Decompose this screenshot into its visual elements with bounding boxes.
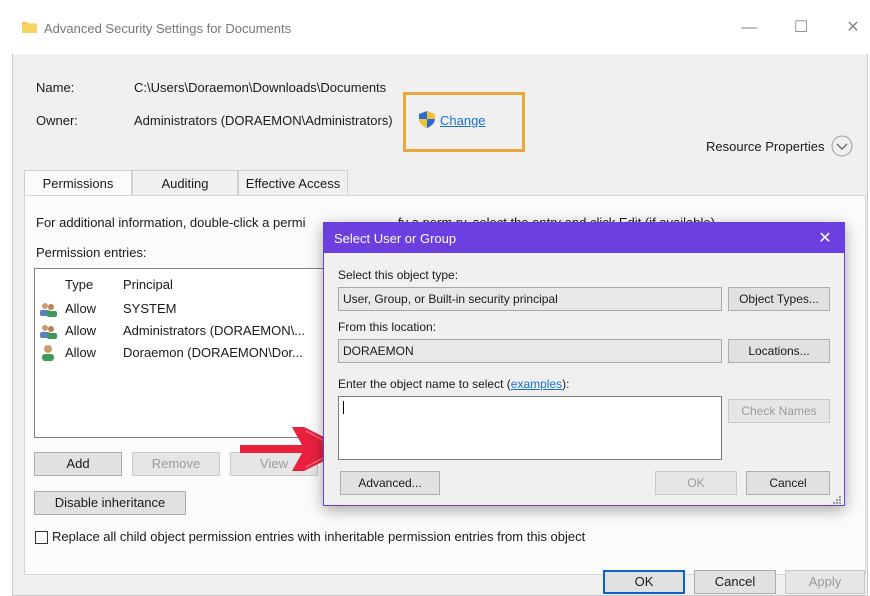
column-header-principal[interactable]: Principal xyxy=(123,277,173,292)
object-name-input[interactable] xyxy=(338,396,722,460)
user-icon xyxy=(41,344,55,364)
row-principal: Doraemon (DORAEMON\Dor... xyxy=(123,345,303,360)
apply-button[interactable]: Apply xyxy=(785,570,865,594)
examples-link[interactable]: examples xyxy=(511,377,562,391)
text-cursor xyxy=(343,401,344,414)
object-type-field: User, Group, or Built-in security princi… xyxy=(338,287,722,311)
table-row[interactable]: Allow Administrators (DORAEMON\... xyxy=(37,321,333,341)
cancel-button[interactable]: Cancel xyxy=(694,570,776,594)
window-title: Advanced Security Settings for Documents xyxy=(44,21,292,36)
owner-value: Administrators (DORAEMON\Administrators) xyxy=(134,113,393,128)
highlight-annotation xyxy=(403,92,525,152)
column-header-type[interactable]: Type xyxy=(65,277,93,292)
check-names-button[interactable]: Check Names xyxy=(728,399,830,423)
maximize-button[interactable]: ☐ xyxy=(786,13,816,43)
name-label: Name: xyxy=(36,80,75,95)
object-type-label: Select this object type: xyxy=(338,268,459,282)
group-users-icon xyxy=(39,323,57,342)
chevron-down-icon[interactable] xyxy=(831,135,853,157)
row-type: Allow xyxy=(65,323,97,338)
tab-effective-access[interactable]: Effective Access xyxy=(238,170,348,196)
disable-inheritance-button[interactable]: Disable inheritance xyxy=(34,491,186,515)
resize-grip-icon[interactable] xyxy=(832,493,842,504)
location-label: From this location: xyxy=(338,320,437,334)
locations-button[interactable]: Locations... xyxy=(728,339,830,363)
object-types-button[interactable]: Object Types... xyxy=(728,287,830,311)
minimize-button[interactable]: — xyxy=(734,13,764,43)
dialog-ok-button[interactable]: OK xyxy=(655,471,737,495)
resource-properties-label[interactable]: Resource Properties xyxy=(706,139,825,154)
enter-object-name-tail: ): xyxy=(562,377,570,391)
enter-object-name-label: Enter the object name to select (example… xyxy=(338,377,569,391)
tab-permissions[interactable]: Permissions xyxy=(24,170,132,196)
close-button[interactable]: ✕ xyxy=(838,13,868,43)
replace-child-entries-label: Replace all child object permission entr… xyxy=(52,529,586,544)
select-user-group-dialog: Select User or Group ✕ Select this objec… xyxy=(323,222,845,506)
name-value: C:\Users\Doraemon\Downloads\Documents xyxy=(134,80,387,95)
folder-icon xyxy=(22,20,37,33)
permissions-info-text: For additional information, double-click… xyxy=(36,215,306,230)
group-users-icon xyxy=(39,301,57,320)
dialog-close-button[interactable]: ✕ xyxy=(814,228,836,248)
replace-child-entries-checkbox[interactable] xyxy=(35,531,48,544)
tab-auditing[interactable]: Auditing xyxy=(132,170,238,196)
window-titlebar: Advanced Security Settings for Documents… xyxy=(12,8,868,54)
row-principal: SYSTEM xyxy=(123,301,177,316)
advanced-button[interactable]: Advanced... xyxy=(340,471,440,495)
row-type: Allow xyxy=(65,301,97,316)
add-button[interactable]: Add xyxy=(34,452,122,476)
remove-button[interactable]: Remove xyxy=(132,452,220,476)
enter-object-name-text: Enter the object name to select ( xyxy=(338,377,511,391)
table-row[interactable]: Allow SYSTEM xyxy=(37,299,333,319)
dialog-titlebar: Select User or Group ✕ xyxy=(324,223,844,253)
permission-entries-label: Permission entries: xyxy=(36,245,147,260)
row-type: Allow xyxy=(65,345,97,360)
table-row[interactable]: Allow Doraemon (DORAEMON\Dor... xyxy=(37,343,333,363)
owner-label: Owner: xyxy=(36,113,78,128)
location-field: DORAEMON xyxy=(338,339,722,363)
row-principal: Administrators (DORAEMON\... xyxy=(123,323,306,338)
dialog-cancel-button[interactable]: Cancel xyxy=(746,471,830,495)
permission-entries-list[interactable]: Type Principal Allow SYSTEM Allow Admini… xyxy=(34,268,334,438)
dialog-title: Select User or Group xyxy=(334,231,457,246)
ok-button[interactable]: OK xyxy=(603,570,685,594)
